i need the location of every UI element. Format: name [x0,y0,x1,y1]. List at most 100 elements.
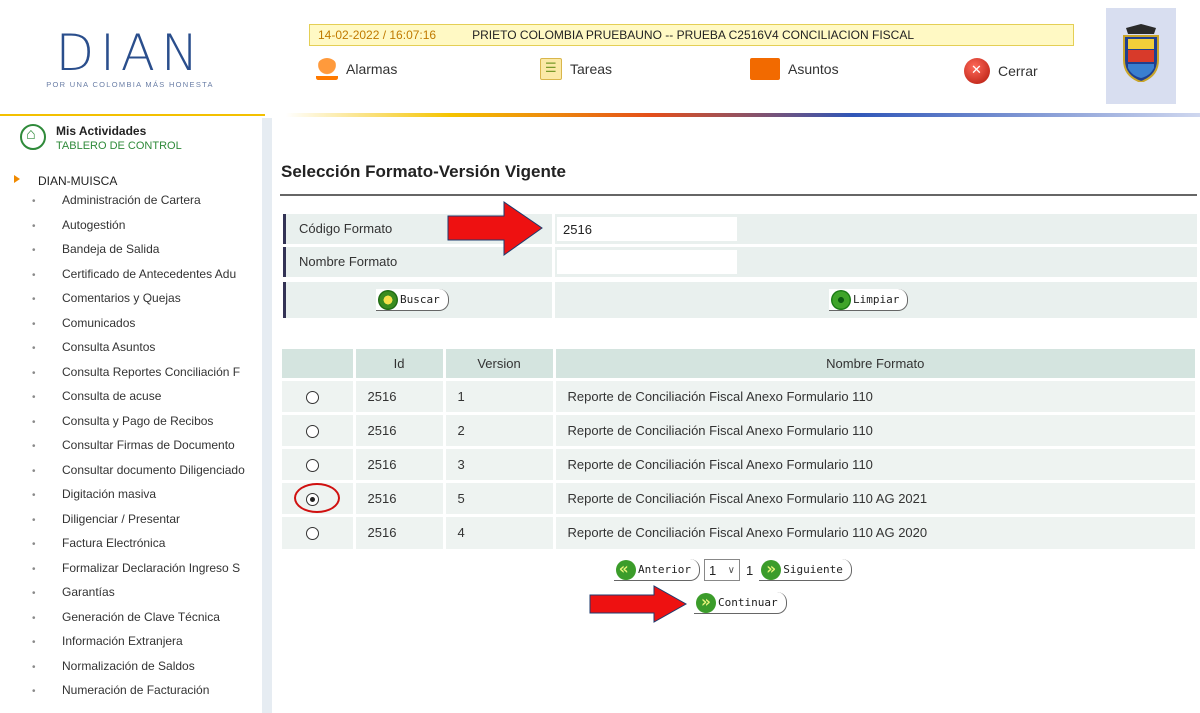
row-radio[interactable] [306,527,319,541]
sidebar-item[interactable]: Diligenciar / Presentar [0,511,262,536]
continuar-label: Continuar [718,596,778,609]
page-select[interactable]: 1 ∨ [703,559,740,581]
row-select-cell [282,377,356,413]
sidebar-item[interactable]: Consulta y Pago de Recibos [0,413,262,438]
nav-tareas[interactable]: Tareas [540,58,612,80]
buscar-button[interactable]: Buscar [376,289,449,311]
table-row[interactable]: 2516 1 Reporte de Conciliación Fiscal An… [282,377,1198,413]
row-select-cell [282,513,356,549]
col-nombre-formato: Nombre Formato [554,349,1198,379]
nav-alarmas-label: Alarmas [346,61,398,77]
sidebar-item[interactable]: Digitación masiva [0,486,262,511]
arrow-annotation-codigo [447,201,543,256]
sidebar-section-dian-muisca[interactable]: DIAN-MUISCA [0,172,262,192]
anterior-label: Anterior [638,563,691,576]
arrow-annotation-continuar [589,585,688,623]
row-radio[interactable] [306,458,319,472]
row-nombre: Reporte de Conciliación Fiscal Anexo For… [554,513,1198,549]
table-row[interactable]: 2516 3 Reporte de Conciliación Fiscal An… [282,445,1198,481]
codigo-formato-input-cell [555,214,1197,244]
chevron-down-icon: ∨ [727,564,735,576]
table-row[interactable]: 2516 5 Reporte de Conciliación Fiscal An… [282,479,1198,515]
page-title: Selección Formato-Versión Vigente [281,162,566,181]
clear-icon [831,289,851,310]
row-nombre: Reporte de Conciliación Fiscal Anexo For… [554,445,1198,481]
sidebar-item[interactable]: Consultar documento Diligenciado [0,462,262,487]
double-chevron-right-icon [761,559,782,580]
session-info-bar: 14-02-2022 / 16:07:16 PRIETO COLOMBIA PR… [309,24,1074,46]
sidebar-item[interactable]: Administración de Cartera [0,192,262,217]
page-select-value: 1 [708,562,717,578]
row-select-cell [282,445,356,481]
sidebar-item[interactable]: Certificado de Antecedentes Adu [0,266,262,291]
codigo-formato-input[interactable] [557,217,737,241]
row-id: 2516 [354,513,446,549]
nav-asuntos-label: Asuntos [788,61,839,77]
buscar-cell: Buscar [283,282,552,318]
dian-logo: DIAN POR UNA COLOMBIA MÁS HONESTA [0,0,260,116]
row-version: 5 [444,479,556,515]
nav-cerrar-label: Cerrar [998,63,1038,79]
coat-of-arms-panel [1106,8,1176,104]
row-id: 2516 [354,411,446,447]
logo-slogan: POR UNA COLOMBIA MÁS HONESTA [46,79,214,89]
sidebar-item[interactable]: Garantías [0,584,262,609]
sidebar-item[interactable]: Formalizar Declaración Ingreso S [0,560,262,585]
sidebar-item[interactable]: Información Extranjera [0,633,262,658]
row-version: 4 [444,513,556,549]
activities-subtitle[interactable]: TABLERO DE CONTROL [56,140,182,152]
sidebar-item[interactable]: Normalización de Saldos [0,658,262,683]
nav-cerrar[interactable]: Cerrar [964,58,1038,84]
home-icon [20,124,46,150]
nav-alarmas[interactable]: Alarmas [316,58,397,80]
col-id: Id [354,349,446,379]
row-version: 1 [444,377,556,413]
codigo-formato-label: Código Formato [299,221,393,236]
title-divider [280,194,1197,196]
row-radio[interactable] [306,424,319,438]
header-divider [286,113,1200,117]
siguiente-button[interactable]: Siguiente [759,559,852,581]
row-id: 2516 [354,479,446,515]
sidebar-item[interactable]: Comentarios y Quejas [0,290,262,315]
session-datetime: 14-02-2022 / 16:07:16 [318,28,437,42]
logo-text: DIAN [55,23,205,82]
main-content: Selección Formato-Versión Vigente Código… [280,118,1200,713]
sidebar-item[interactable]: Comunicados [0,315,262,340]
section-label: DIAN-MUISCA [38,174,118,188]
sidebar-item[interactable]: Consulta de acuse [0,388,262,413]
sidebar-item[interactable]: Bandeja de Salida [0,241,262,266]
tasks-icon [540,58,562,80]
sidebar-item[interactable]: Consulta Reportes Conciliación F [0,364,262,389]
nav-asuntos[interactable]: Asuntos [750,58,839,80]
folder-icon [750,58,780,80]
buscar-label: Buscar [400,293,440,306]
limpiar-button[interactable]: Limpiar [829,289,909,311]
continuar-button[interactable]: Continuar [694,592,787,614]
row-nombre: Reporte de Conciliación Fiscal Anexo For… [554,479,1198,515]
table-row[interactable]: 2516 4 Reporte de Conciliación Fiscal An… [282,513,1198,549]
sidebar-item[interactable]: Consulta Asuntos [0,339,262,364]
sidebar-item[interactable]: Autogestión [0,217,262,242]
mis-actividades[interactable]: Mis Actividades TABLERO DE CONTROL [0,118,262,162]
formats-table: Id Version Nombre Formato 2516 1 Reporte… [282,349,1198,549]
app-header: DIAN POR UNA COLOMBIA MÁS HONESTA 14-02-… [0,0,1200,118]
selected-row-highlight [294,483,340,513]
nombre-formato-input[interactable] [557,250,737,274]
row-radio[interactable] [306,390,319,404]
limpiar-cell: Limpiar [555,282,1197,318]
sidebar-item[interactable]: Numeración de Facturación [0,682,262,707]
table-row[interactable]: 2516 2 Reporte de Conciliación Fiscal An… [282,411,1198,447]
sidebar-item[interactable]: Consultar Firmas de Documento [0,437,262,462]
anterior-button[interactable]: Anterior [614,559,700,581]
row-nombre: Reporte de Conciliación Fiscal Anexo For… [554,377,1198,413]
col-select [282,349,356,379]
sidebar-item[interactable]: Generación de Clave Técnica [0,609,262,634]
sidebar-item[interactable]: Factura Electrónica [0,535,262,560]
col-version: Version [444,349,556,379]
bell-icon [316,58,338,80]
page-total: 1 [745,562,754,578]
sidebar: Mis Actividades TABLERO DE CONTROL DIAN-… [0,118,272,713]
close-icon [964,58,990,84]
coat-of-arms-icon [1123,24,1159,82]
